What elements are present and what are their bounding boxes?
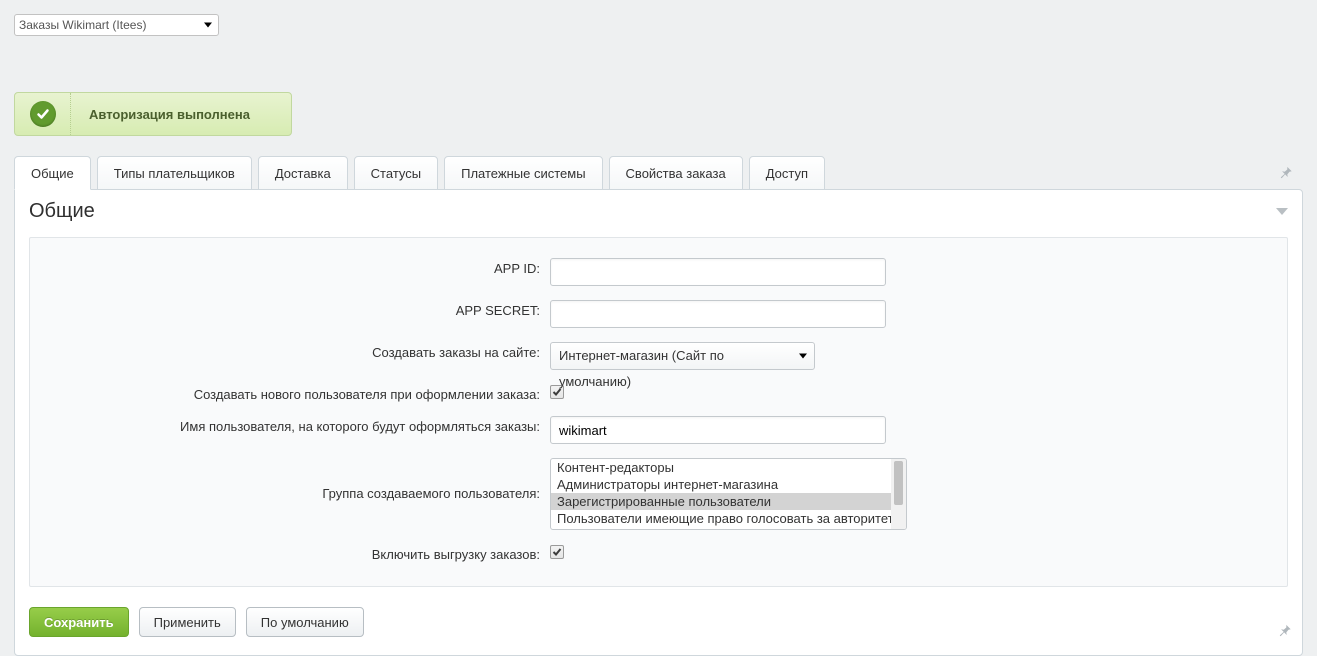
button-label: По умолчанию: [261, 615, 349, 630]
multiselect-option[interactable]: Пользователи имеющие право голосовать за…: [551, 510, 906, 527]
success-banner: Авторизация выполнена: [14, 92, 292, 136]
scrollbar-thumb[interactable]: [894, 461, 903, 505]
scrollbar[interactable]: [891, 459, 906, 529]
tab-access[interactable]: Доступ: [749, 156, 825, 190]
select-site[interactable]: Интернет-магазин (Сайт по умолчанию): [550, 342, 815, 370]
input-user-name[interactable]: [550, 416, 886, 444]
profile-select-label: Заказы Wikimart (Itees): [19, 18, 146, 32]
checkbox-enable-export[interactable]: [550, 545, 564, 559]
tab-payer-types[interactable]: Типы плательщиков: [97, 156, 252, 190]
tab-label: Свойства заказа: [626, 166, 726, 181]
save-button[interactable]: Сохранить: [29, 607, 129, 637]
button-label: Применить: [154, 615, 221, 630]
label-app-secret: APP SECRET:: [40, 300, 550, 318]
input-app-id[interactable]: [550, 258, 886, 286]
tab-label: Типы плательщиков: [114, 166, 235, 181]
label-user-group: Группа создаваемого пользователя:: [40, 458, 550, 501]
tab-statuses[interactable]: Статусы: [354, 156, 438, 190]
collapse-icon[interactable]: [1276, 208, 1288, 215]
success-icon-wrap: [15, 93, 71, 135]
label-create-user: Создавать нового пользователя при оформл…: [40, 384, 550, 402]
pin-icon[interactable]: [1279, 166, 1293, 180]
panel-title: Общие: [29, 200, 95, 223]
multiselect-option[interactable]: Администраторы интернет-магазина: [551, 476, 906, 493]
panel-footer: Сохранить Применить По умолчанию: [15, 607, 1302, 655]
reset-button[interactable]: По умолчанию: [246, 607, 364, 637]
tab-payment-systems[interactable]: Платежные системы: [444, 156, 602, 190]
chevron-down-icon: [204, 23, 212, 28]
tab-label: Платежные системы: [461, 166, 585, 181]
apply-button[interactable]: Применить: [139, 607, 236, 637]
tab-bar: Общие Типы плательщиков Доставка Статусы…: [14, 156, 1303, 190]
success-message: Авторизация выполнена: [71, 93, 268, 135]
pin-icon[interactable]: [1278, 624, 1292, 638]
tab-order-properties[interactable]: Свойства заказа: [609, 156, 743, 190]
tab-general[interactable]: Общие: [14, 156, 91, 190]
tab-label: Статусы: [371, 166, 421, 181]
label-enable-export: Включить выгрузку заказов:: [40, 544, 550, 562]
select-site-value: Интернет-магазин (Сайт по умолчанию): [559, 348, 724, 389]
profile-select[interactable]: Заказы Wikimart (Itees): [14, 14, 219, 36]
label-user-name: Имя пользователя, на которого будут офор…: [40, 416, 550, 434]
check-circle-icon: [30, 101, 56, 127]
label-site: Создавать заказы на сайте:: [40, 342, 550, 360]
label-app-id: APP ID:: [40, 258, 550, 276]
multiselect-option[interactable]: Контент-редакторы: [551, 459, 906, 476]
multiselect-user-group[interactable]: Контент-редакторы Администраторы интерне…: [550, 458, 907, 530]
chevron-down-icon: [799, 354, 807, 359]
panel-header: Общие: [15, 190, 1302, 237]
multiselect-option[interactable]: Зарегистрированные пользователи: [551, 493, 906, 510]
panel-body: APP ID: APP SECRET: Создавать заказы на …: [29, 237, 1288, 587]
tab-label: Доставка: [275, 166, 331, 181]
tab-label: Доступ: [766, 166, 808, 181]
tab-label: Общие: [31, 166, 74, 181]
tab-delivery[interactable]: Доставка: [258, 156, 348, 190]
input-app-secret[interactable]: [550, 300, 886, 328]
settings-panel: Общие APP ID: APP SECRET: Создавать зака…: [14, 189, 1303, 656]
button-label: Сохранить: [44, 615, 114, 630]
